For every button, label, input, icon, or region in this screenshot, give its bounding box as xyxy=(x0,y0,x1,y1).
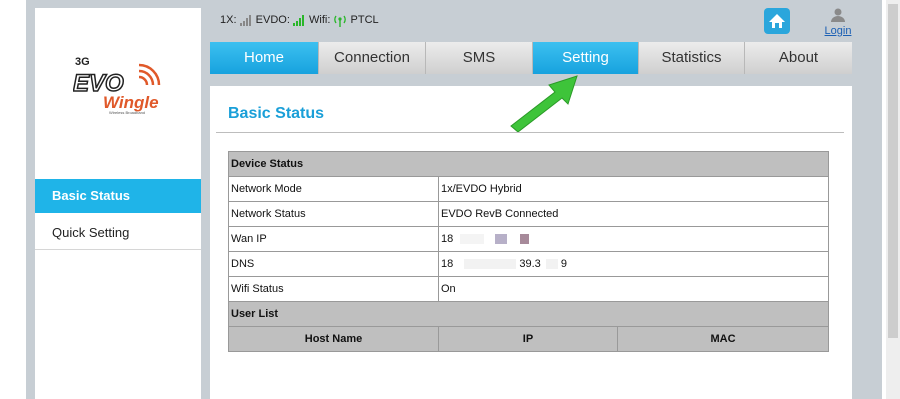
table-row: Wifi Status On xyxy=(228,276,829,302)
evdo-signal-icon xyxy=(292,14,304,26)
section-header-row: Device Status xyxy=(228,151,829,177)
section-header-row: User List xyxy=(228,301,829,327)
redaction-block xyxy=(495,234,508,245)
user-list-header: User List xyxy=(228,301,829,327)
row-label: Wan IP xyxy=(228,226,439,252)
device-status-header: Device Status xyxy=(228,151,829,177)
main-content: Basic Status Device Status Network Mode … xyxy=(210,86,852,399)
status-bar: 1X: EVDO: Wifi: PTCL Login xyxy=(210,8,852,42)
wifi-antenna-icon xyxy=(334,15,347,28)
svg-text:Wireless Broadband: Wireless Broadband xyxy=(109,110,145,115)
evdo-label: EVDO: xyxy=(255,14,290,26)
user-list-columns: Host Name IP MAC xyxy=(228,326,829,352)
dns-cell: 18 39.3 9 xyxy=(438,251,829,277)
row-value: EVDO RevB Connected xyxy=(438,201,829,227)
row-label: Wifi Status xyxy=(228,276,439,302)
page-title: Basic Status xyxy=(228,105,325,122)
evo-wingle-logo: 3G EVO Wingle Wireless Broadband xyxy=(72,53,173,115)
login-area: Login xyxy=(822,8,854,37)
green-arrow-annotation xyxy=(510,75,578,132)
dns-value-part3: 9 xyxy=(560,258,568,270)
dns-value: 18 xyxy=(441,258,454,270)
wan-ip-cell: 18 xyxy=(438,226,829,252)
table-row: Network Status EVDO RevB Connected xyxy=(228,201,829,227)
row-label: Network Status xyxy=(228,201,439,227)
redaction-block xyxy=(460,234,485,245)
table-row: Wan IP 18 xyxy=(228,226,829,252)
sidebar-item-basic-status[interactable]: Basic Status xyxy=(35,179,201,213)
tab-about[interactable]: About xyxy=(745,42,852,74)
row-value: On xyxy=(438,276,829,302)
home-icon[interactable] xyxy=(764,8,790,34)
tab-statistics[interactable]: Statistics xyxy=(639,42,745,74)
login-link[interactable]: Login xyxy=(822,25,854,37)
dns-value-part2: 39.3 xyxy=(519,258,541,270)
sidebar: 3G EVO Wingle Wireless Broadband Basic S… xyxy=(35,8,201,399)
sidebar-item-quick-setting[interactable]: Quick Setting xyxy=(35,216,201,250)
column-host-name: Host Name xyxy=(228,326,439,352)
status-table: Device Status Network Mode 1x/EVDO Hybri… xyxy=(228,151,829,352)
row-label: Network Mode xyxy=(228,176,439,202)
scrollbar-thumb[interactable] xyxy=(888,4,898,338)
table-row: Network Mode 1x/EVDO Hybrid xyxy=(228,176,829,202)
redaction-block xyxy=(520,234,530,245)
signal-bars-icon xyxy=(239,14,251,26)
signal-status: 1X: EVDO: Wifi: PTCL xyxy=(220,13,379,28)
row-value: 1x/EVDO Hybrid xyxy=(438,176,829,202)
svg-text:3G: 3G xyxy=(75,56,90,68)
wan-ip-value: 18 xyxy=(441,233,454,245)
column-mac: MAC xyxy=(617,326,829,352)
redaction-block xyxy=(545,259,558,270)
column-ip: IP xyxy=(438,326,618,352)
table-row: DNS 18 39.3 9 xyxy=(228,251,829,277)
network-1x-label: 1X: xyxy=(220,14,237,26)
redaction-block xyxy=(464,259,517,270)
row-label: DNS xyxy=(228,251,439,277)
user-icon[interactable] xyxy=(829,8,847,22)
tab-home[interactable]: Home xyxy=(210,42,319,74)
vertical-scrollbar[interactable] xyxy=(886,0,900,399)
tab-connection[interactable]: Connection xyxy=(319,42,426,74)
operator-name: PTCL xyxy=(350,14,379,26)
wifi-label: Wifi: xyxy=(309,14,331,26)
title-divider xyxy=(216,132,844,133)
